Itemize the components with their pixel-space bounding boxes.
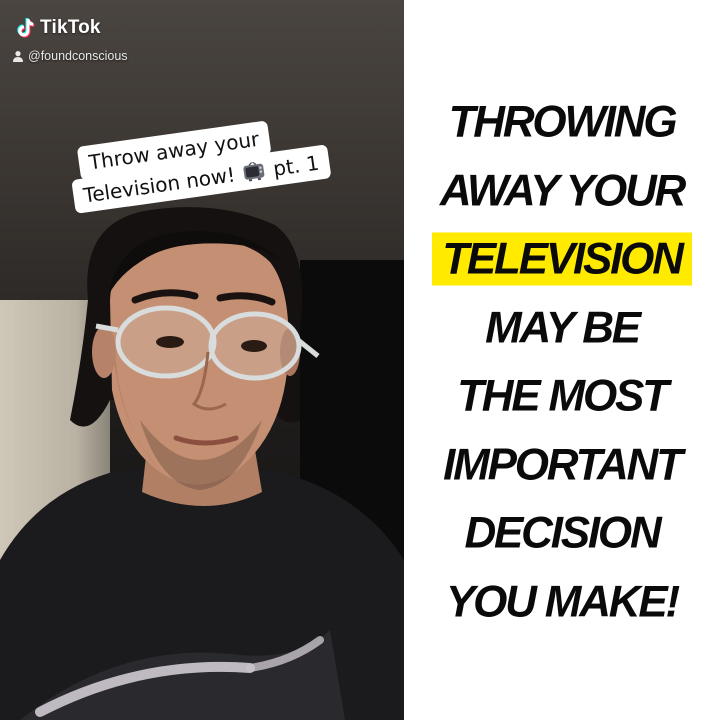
headline-highlighted-text: TELEVISION xyxy=(432,232,692,286)
headline-text: AWAY YOUR xyxy=(439,165,686,215)
tiktok-wordmark: TikTok xyxy=(40,17,101,38)
headline-line: AWAY YOUR xyxy=(404,165,720,234)
headline-line: YOU MAKE! xyxy=(404,576,720,645)
headline-panel: THROWING AWAY YOUR TELEVISION MAY BE THE… xyxy=(404,0,720,720)
headline-text: THROWING xyxy=(448,96,678,147)
tiktok-note-icon xyxy=(17,18,35,38)
creator-handle-text: @foundconscious xyxy=(28,49,128,63)
user-icon xyxy=(13,51,23,62)
headline-line: TELEVISION xyxy=(404,232,720,302)
headline: THROWING AWAY YOUR TELEVISION MAY BE THE… xyxy=(404,96,720,644)
headline-line: THROWING xyxy=(404,96,720,165)
headline-text: THE MOST xyxy=(457,370,669,421)
tiktok-logo[interactable]: TikTok xyxy=(12,16,101,40)
person-figure xyxy=(0,207,404,720)
tiktok-video-frame[interactable]: TikTok @foundconscious Throw away your T… xyxy=(0,0,404,720)
television-icon xyxy=(243,161,265,182)
headline-line: DECISION xyxy=(404,507,720,576)
caption-text-after-icon: pt. 1 xyxy=(271,150,321,181)
post-image: TikTok @foundconscious Throw away your T… xyxy=(0,0,720,720)
headline-text: MAY BE xyxy=(485,302,641,352)
headline-line: THE MOST xyxy=(404,370,720,439)
headline-text: DECISION xyxy=(464,507,661,558)
headline-text: IMPORTANT xyxy=(443,439,683,489)
creator-handle[interactable]: @foundconscious xyxy=(12,49,128,63)
headline-line: MAY BE xyxy=(404,302,720,371)
headline-text: YOU MAKE! xyxy=(446,576,680,626)
headline-line: IMPORTANT xyxy=(404,439,720,508)
